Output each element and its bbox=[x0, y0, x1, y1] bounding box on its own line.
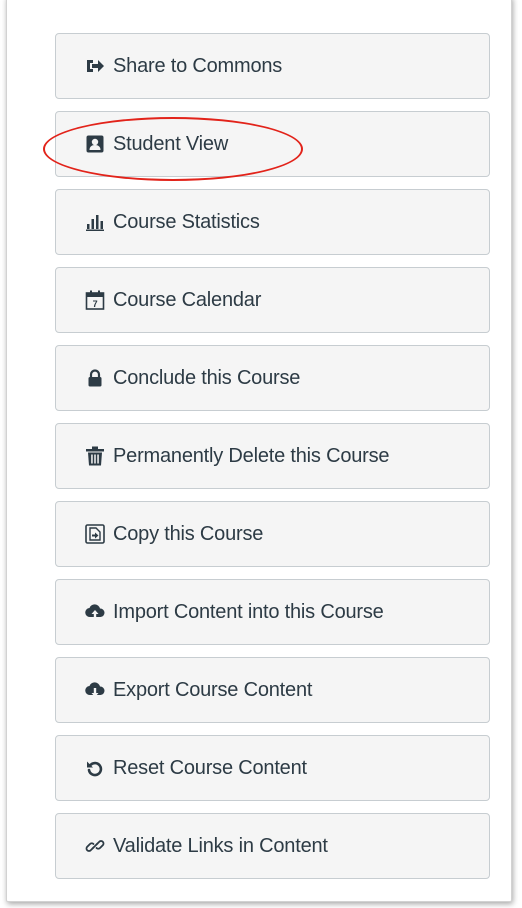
copy-course-button[interactable]: Copy this Course bbox=[55, 501, 490, 567]
export-content-button[interactable]: Export Course Content bbox=[55, 657, 490, 723]
cloud-upload-icon bbox=[85, 602, 105, 622]
link-icon bbox=[85, 836, 105, 856]
student-view-icon bbox=[85, 134, 105, 154]
cloud-download-icon bbox=[85, 680, 105, 700]
lock-icon bbox=[85, 368, 105, 388]
import-content-button[interactable]: Import Content into this Course bbox=[55, 579, 490, 645]
reset-content-label: Reset Course Content bbox=[113, 756, 307, 779]
import-content-label: Import Content into this Course bbox=[113, 600, 384, 623]
course-calendar-button[interactable]: 7 Course Calendar bbox=[55, 267, 490, 333]
validate-links-label: Validate Links in Content bbox=[113, 834, 328, 857]
trash-icon bbox=[85, 446, 105, 466]
copy-course-label: Copy this Course bbox=[113, 522, 264, 545]
conclude-course-button[interactable]: Conclude this Course bbox=[55, 345, 490, 411]
conclude-course-label: Conclude this Course bbox=[113, 366, 301, 389]
course-statistics-label: Course Statistics bbox=[113, 210, 260, 233]
delete-course-button[interactable]: Permanently Delete this Course bbox=[55, 423, 490, 489]
reset-content-button[interactable]: Reset Course Content bbox=[55, 735, 490, 801]
export-content-label: Export Course Content bbox=[113, 678, 313, 701]
share-to-commons-button[interactable]: Share to Commons bbox=[55, 33, 490, 99]
calendar-icon-day: 7 bbox=[93, 299, 98, 309]
student-view-label: Student View bbox=[113, 132, 229, 155]
course-statistics-button[interactable]: Course Statistics bbox=[55, 189, 490, 255]
bar-chart-icon bbox=[85, 212, 105, 232]
copy-icon bbox=[85, 524, 105, 544]
share-icon bbox=[85, 56, 105, 76]
validate-links-button[interactable]: Validate Links in Content bbox=[55, 813, 490, 879]
course-actions-menu: Share to Commons Student View Course Sta… bbox=[55, 33, 490, 891]
student-view-button[interactable]: Student View bbox=[55, 111, 490, 177]
course-calendar-label: Course Calendar bbox=[113, 288, 262, 311]
calendar-icon: 7 bbox=[85, 290, 105, 310]
delete-course-label: Permanently Delete this Course bbox=[113, 444, 390, 467]
reset-icon bbox=[85, 758, 105, 778]
share-to-commons-label: Share to Commons bbox=[113, 54, 283, 77]
